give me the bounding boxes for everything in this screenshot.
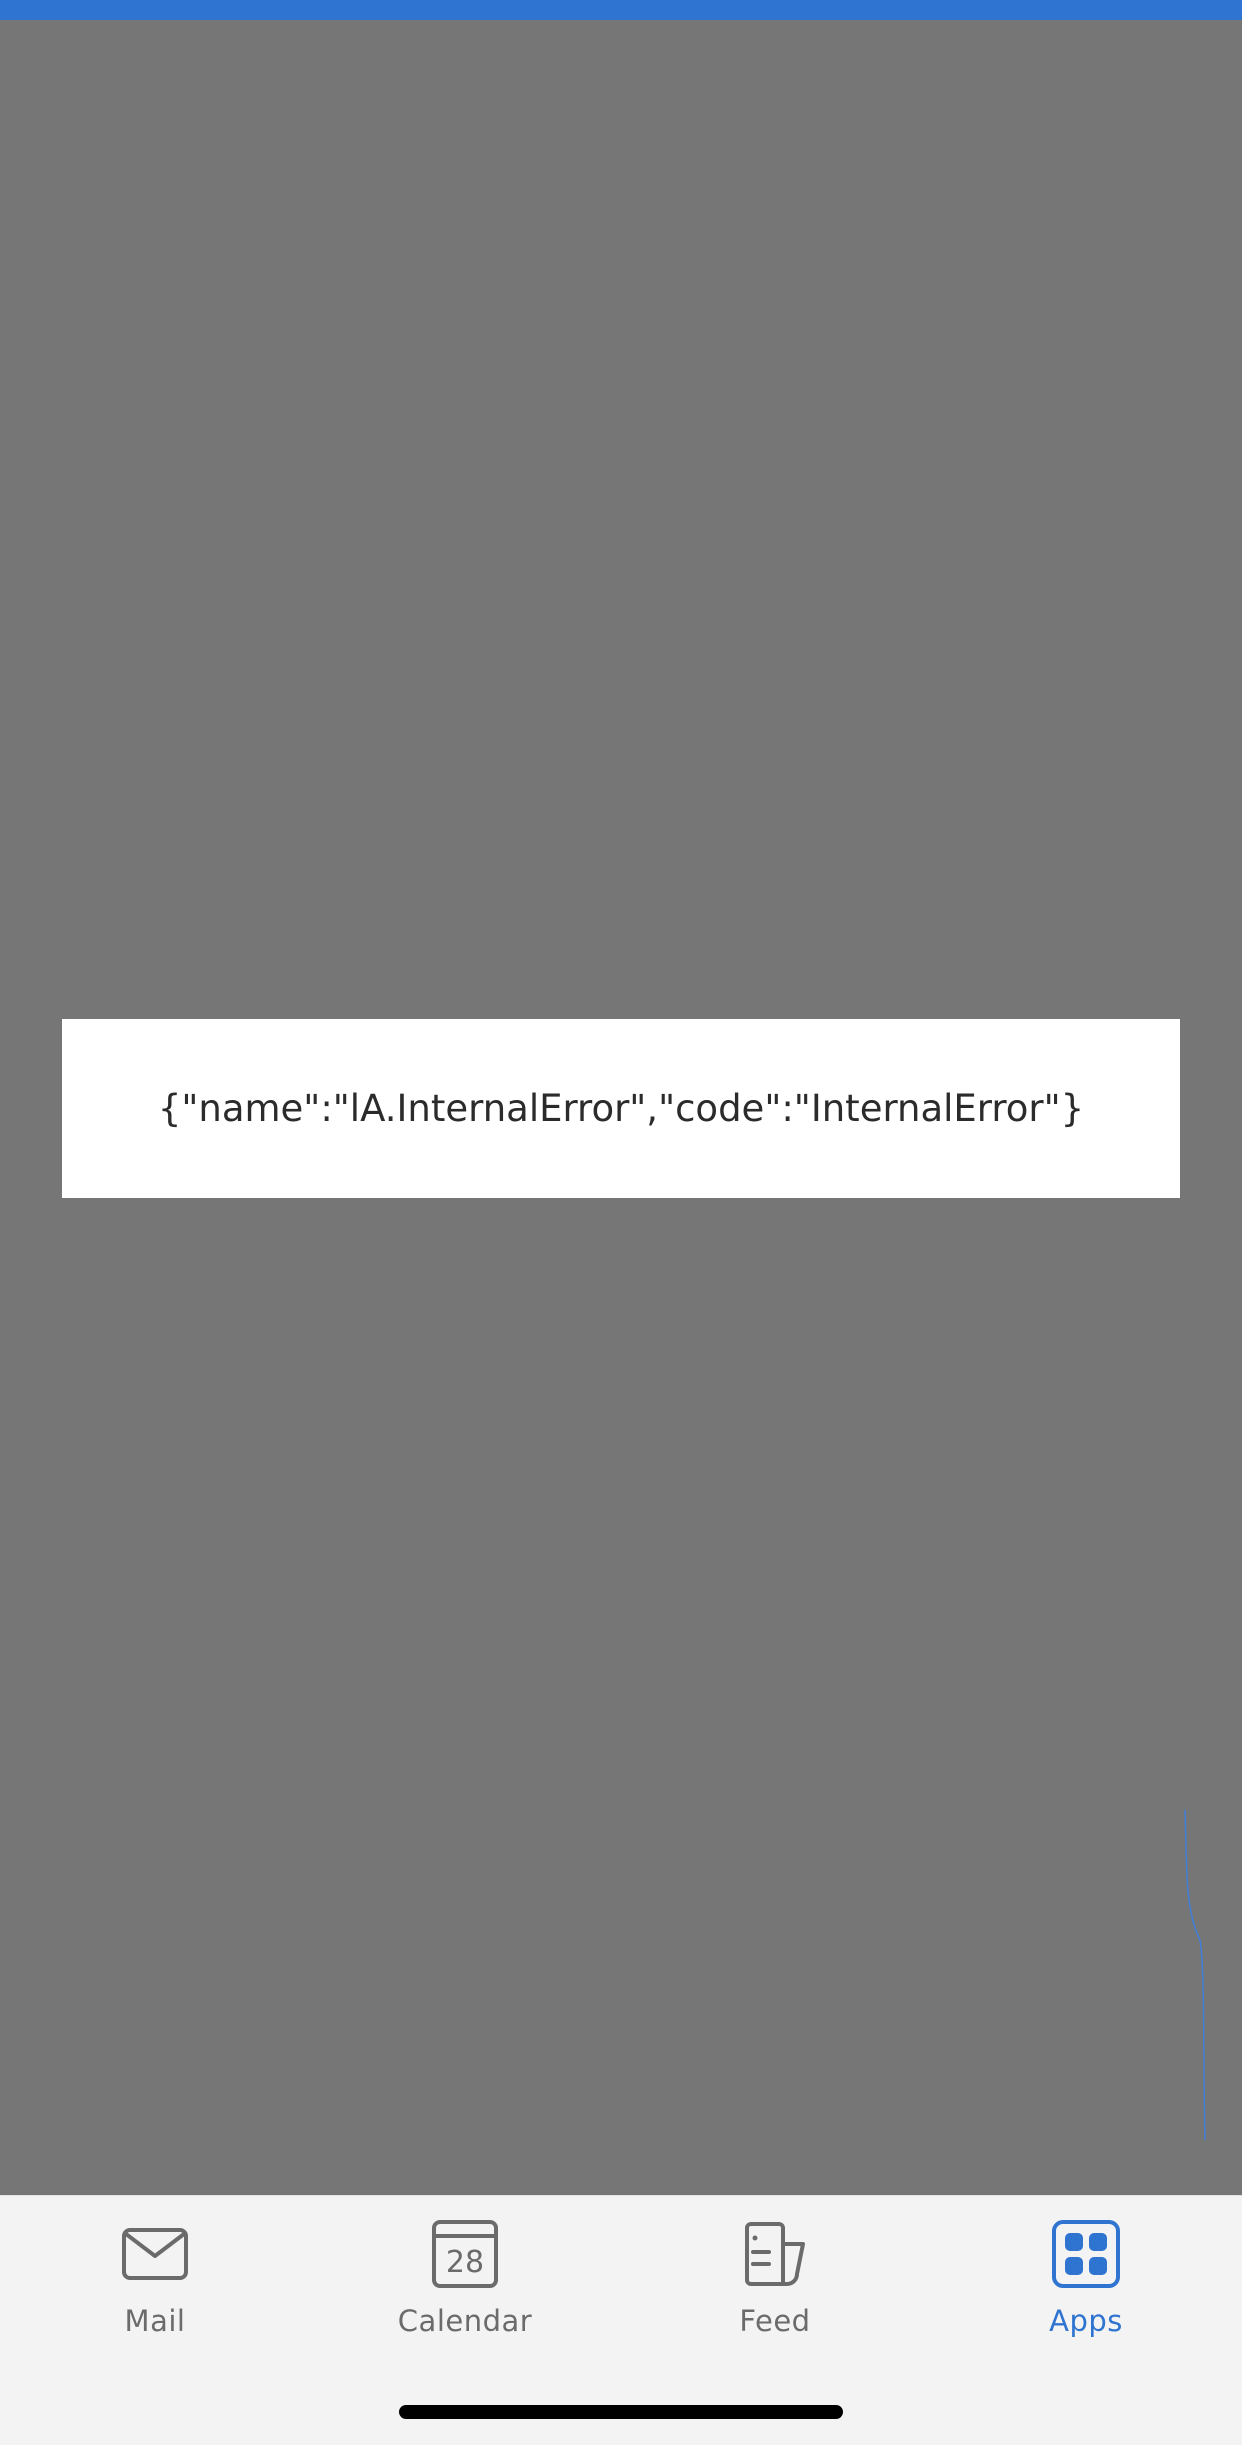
tab-calendar-label: Calendar xyxy=(397,2304,533,2338)
tab-apps-label: Apps xyxy=(1049,2304,1123,2338)
top-header-bar xyxy=(0,0,1242,20)
apps-icon xyxy=(1052,2220,1120,2288)
tab-mail[interactable]: Mail xyxy=(55,2218,255,2358)
feed-icon xyxy=(745,2222,805,2286)
tab-apps[interactable]: Apps xyxy=(986,2218,1186,2358)
tab-mail-label: Mail xyxy=(124,2304,186,2338)
mail-icon xyxy=(122,2228,188,2280)
tab-feed[interactable]: Feed xyxy=(675,2218,875,2358)
calendar-icon: 28 xyxy=(432,2220,498,2288)
error-dialog: {"name":"lA.InternalError","code":"Inter… xyxy=(62,1019,1180,1198)
home-indicator[interactable] xyxy=(399,2405,843,2419)
tab-feed-label: Feed xyxy=(739,2304,811,2338)
error-message: {"name":"lA.InternalError","code":"Inter… xyxy=(157,1087,1085,1130)
tab-calendar[interactable]: 28 Calendar xyxy=(365,2218,565,2358)
scroll-edge-indicator xyxy=(1184,1810,1206,2140)
svg-text:28: 28 xyxy=(446,2245,484,2280)
